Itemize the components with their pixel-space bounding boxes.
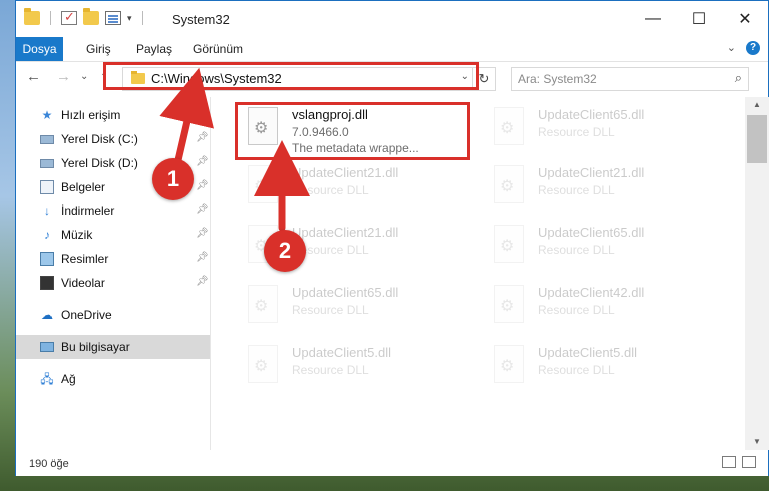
step-one-badge: 1 — [152, 158, 194, 200]
arrow-to-address — [159, 67, 214, 164]
step-two-badge: 2 — [264, 230, 306, 272]
annotation-arrows — [159, 67, 310, 232]
